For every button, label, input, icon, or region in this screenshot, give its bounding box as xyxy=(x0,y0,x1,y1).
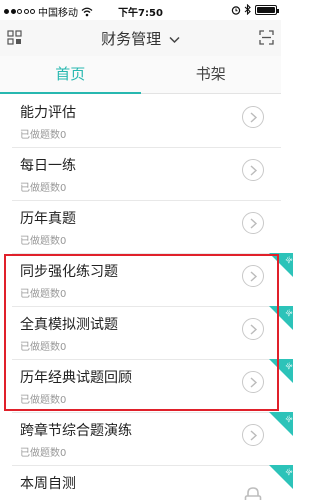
app-header: 财务管理 xyxy=(0,20,281,56)
trial-badge: 试 xyxy=(269,465,293,489)
list-item-ability-assessment[interactable]: 能力评估 已做题数0 xyxy=(12,95,281,148)
list-item-subtitle: 已做题数0 xyxy=(20,289,67,300)
chevron-right-icon[interactable] xyxy=(242,159,264,181)
trial-badge: 试 xyxy=(269,359,293,383)
tab-home[interactable]: 首页 xyxy=(0,56,141,94)
list-item-title: 全真模拟测试题 xyxy=(20,317,118,333)
page-title: 财务管理 xyxy=(101,30,162,48)
bluetooth-icon xyxy=(244,4,251,15)
trial-badge: 试 xyxy=(269,306,293,330)
list-item-cross-chapter[interactable]: 跨章节综合题演练 已做题数0 试 xyxy=(12,412,293,466)
subject-selector[interactable]: 财务管理 xyxy=(0,28,281,49)
scan-icon[interactable] xyxy=(259,30,274,45)
chevron-right-icon[interactable] xyxy=(242,106,264,128)
list-item-title: 同步强化练习题 xyxy=(20,264,118,280)
list-item-title: 每日一练 xyxy=(20,158,76,174)
list-item-subtitle: 已做题数0 xyxy=(20,395,67,406)
list-item-sync-practice[interactable]: 同步强化练习题 已做题数0 试 xyxy=(12,253,293,307)
list-item-title: 跨章节综合题演练 xyxy=(20,423,132,439)
list-item-subtitle: 已做题数0 xyxy=(20,448,67,459)
chevron-right-icon[interactable] xyxy=(242,265,264,287)
chevron-right-icon[interactable] xyxy=(242,318,264,340)
list-item-subtitle: 已做题数0 xyxy=(20,342,67,353)
lock-icon xyxy=(244,487,262,500)
list-item-daily-practice[interactable]: 每日一练 已做题数0 xyxy=(12,148,281,201)
list-item-weekly-test[interactable]: 本周自测 试 xyxy=(12,465,293,500)
chevron-right-icon[interactable] xyxy=(242,424,264,446)
list-item-subtitle: 已做题数0 xyxy=(20,130,67,141)
list-item-mock-tests[interactable]: 全真模拟测试题 已做题数0 试 xyxy=(12,306,293,360)
chevron-right-icon[interactable] xyxy=(242,371,264,393)
trial-badge: 试 xyxy=(269,253,293,277)
trial-badge: 试 xyxy=(269,412,293,436)
list-item-title: 历年真题 xyxy=(20,211,76,227)
tab-bar: 首页 书架 xyxy=(0,56,281,94)
list-item-past-exams[interactable]: 历年真题 已做题数0 xyxy=(12,201,281,254)
list-item-subtitle: 已做题数0 xyxy=(20,183,67,194)
list-item-title: 历年经典试题回顾 xyxy=(20,370,132,386)
exercise-list: 能力评估 已做题数0 每日一练 已做题数0 历年真题 已做题数0 同步强化练习题… xyxy=(0,95,293,500)
tab-bookshelf[interactable]: 书架 xyxy=(141,56,282,93)
list-item-title: 本周自测 xyxy=(20,476,76,492)
list-item-title: 能力评估 xyxy=(20,105,76,121)
battery-icon xyxy=(255,4,279,15)
chevron-down-icon xyxy=(169,36,180,44)
list-item-subtitle: 已做题数0 xyxy=(20,236,67,247)
status-bar: 中国移动 下午7:50 xyxy=(0,0,281,20)
list-item-classic-review[interactable]: 历年经典试题回顾 已做题数0 试 xyxy=(12,359,293,413)
status-right xyxy=(231,4,279,15)
chevron-right-icon[interactable] xyxy=(242,212,264,234)
alarm-icon xyxy=(231,5,241,15)
